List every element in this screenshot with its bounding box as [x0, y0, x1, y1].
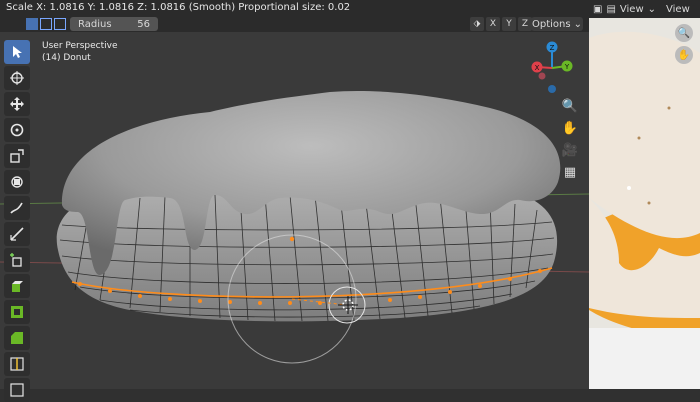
- view-menu[interactable]: View: [620, 4, 644, 15]
- measure-tool[interactable]: [4, 222, 30, 246]
- knife-icon: [10, 383, 24, 397]
- select-extend-icon[interactable]: [40, 18, 52, 30]
- options-label: Options: [532, 18, 571, 30]
- scale-tool[interactable]: [4, 144, 30, 168]
- bevel-icon: [11, 332, 23, 344]
- 3d-viewport[interactable]: User Perspective (14) Donut: [0, 32, 589, 389]
- extrude-tool[interactable]: [4, 274, 30, 298]
- hand-icon[interactable]: ✋: [675, 46, 693, 64]
- options-dropdown[interactable]: Options ⌄: [531, 17, 583, 31]
- grid-icon[interactable]: ▦: [560, 162, 580, 182]
- transform-icon: [11, 176, 23, 188]
- reference-image: 🔍 ✋: [589, 18, 700, 389]
- add-cube-icon: [10, 253, 22, 267]
- select-subtract-icon[interactable]: [54, 18, 66, 30]
- tool-shelf: [4, 40, 30, 402]
- chevron-down-icon: ⌄: [647, 3, 657, 15]
- radius-field[interactable]: Radius 56: [70, 17, 158, 31]
- inset-icon: [11, 306, 23, 318]
- rotate-tool[interactable]: [4, 118, 30, 142]
- extrude-icon: [12, 281, 23, 292]
- gizmo-x-label: X: [535, 64, 540, 72]
- radius-label: Radius: [78, 18, 112, 30]
- move-icon: [10, 97, 24, 111]
- camera-icon[interactable]: 🎥: [560, 140, 580, 160]
- axis-y-toggle[interactable]: Y: [502, 17, 516, 31]
- bevel-tool[interactable]: [4, 326, 30, 350]
- axis-toggles: ⬗ X Y Z: [470, 17, 532, 31]
- move-tool[interactable]: [4, 92, 30, 116]
- annotate-icon: [10, 202, 23, 214]
- view-menu-2[interactable]: View: [666, 4, 690, 15]
- perspective-label: User Perspective: [42, 41, 118, 51]
- measure-icon: [10, 227, 24, 241]
- loopcut-icon: [10, 357, 24, 371]
- hand-icon[interactable]: ✋: [560, 118, 580, 138]
- image-editor-header: ▣ ▤ View ⌄ View: [589, 0, 700, 18]
- mirror-icon[interactable]: ⬗: [470, 17, 484, 31]
- gizmo-z-label: Z: [550, 44, 555, 52]
- image-editor-icon[interactable]: ▣: [593, 4, 602, 15]
- select-new-icon[interactable]: [26, 18, 38, 30]
- cursor-tool[interactable]: [4, 66, 30, 90]
- scale-icon: [10, 149, 24, 163]
- viewport-header: Scale X: 1.0816 Y: 1.0816 Z: 1.0816 (Smo…: [0, 0, 589, 32]
- zoom-icon[interactable]: 🔍: [675, 24, 693, 42]
- donut-scene: [0, 90, 589, 364]
- select-icon: [13, 46, 22, 58]
- donut-photo: [589, 18, 700, 389]
- axis-z-toggle[interactable]: Z: [518, 17, 532, 31]
- annotate-tool[interactable]: [4, 196, 30, 220]
- knife-tool[interactable]: [4, 378, 30, 402]
- cursor-icon: [10, 71, 24, 85]
- add-cube-tool[interactable]: [4, 248, 30, 272]
- chevron-down-icon: ⌄: [573, 18, 582, 30]
- navigation-gizmo[interactable]: Z Y X: [526, 40, 578, 96]
- inset-tool[interactable]: [4, 300, 30, 324]
- object-label: (14) Donut: [42, 53, 91, 63]
- selection-mode-group: [26, 18, 66, 30]
- zoom-icon[interactable]: 🔍: [560, 96, 580, 116]
- status-text: Scale X: 1.0816 Y: 1.0816 Z: 1.0816 (Smo…: [6, 2, 351, 13]
- gizmo-y-label: Y: [564, 63, 570, 71]
- loopcut-tool[interactable]: [4, 352, 30, 376]
- image-slot-icon[interactable]: ▤: [606, 4, 615, 15]
- axis-x-toggle[interactable]: X: [486, 17, 500, 31]
- transform-tool[interactable]: [4, 170, 30, 194]
- select-tool[interactable]: [4, 40, 30, 64]
- radius-value: 56: [137, 18, 150, 30]
- rotate-icon: [10, 123, 24, 137]
